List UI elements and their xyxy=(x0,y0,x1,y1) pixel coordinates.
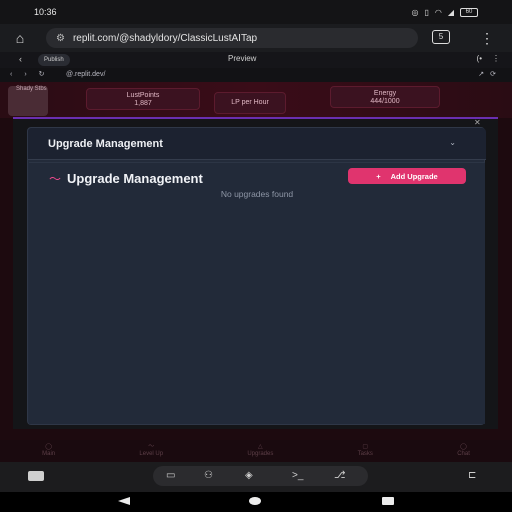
nav-item-tasks[interactable]: ▢ Tasks xyxy=(358,444,373,458)
trending-up-icon: 〜 xyxy=(49,172,62,186)
terminal-icon[interactable]: >_ xyxy=(292,470,303,481)
trending-up-icon: 〜 xyxy=(148,444,155,450)
tab-switcher-button[interactable]: 5 xyxy=(432,30,450,44)
publish-button[interactable]: Publish xyxy=(38,54,70,66)
split-view-icon[interactable]: ⊏ xyxy=(468,470,476,481)
nav-item-main[interactable]: ◯ Main xyxy=(42,444,55,458)
preview-url: @.replit.dev/ xyxy=(66,71,106,78)
files-icon[interactable]: ⚇ xyxy=(204,470,213,481)
upgrade-icon: △ xyxy=(258,444,263,450)
empty-state: No upgrades found xyxy=(220,189,294,199)
player-name: Shady Stbs xyxy=(16,86,47,92)
bottom-nav: ◯ Main 〜 Level Up △ Upgrades ▢ Tasks ◯ Chat xyxy=(0,440,512,462)
plus-icon: + xyxy=(376,171,381,181)
upgrade-panel: Upgrade Management ⌄ 〜 Upgrade Managemen… xyxy=(27,127,486,425)
signal-icon: ◢ xyxy=(447,7,454,17)
ide-toolbar: ▭ ⚇ ◈ >_ ⎇ ⊏ xyxy=(0,462,512,492)
recents-icon[interactable] xyxy=(382,497,394,505)
lustpoints-label: LustPoints xyxy=(126,92,160,99)
chevron-down-icon[interactable]: ⌄ xyxy=(449,138,456,147)
add-upgrade-label: Add Upgrade xyxy=(390,171,438,181)
more-vert-icon[interactable]: ⋮ xyxy=(480,30,494,47)
add-upgrade-button[interactable]: + Add Upgrade xyxy=(348,168,466,184)
more-vert-icon[interactable]: ⋮ xyxy=(492,54,500,63)
system-nav-bar xyxy=(0,492,512,512)
lustpoints-chip: LustPoints 1,887 xyxy=(86,88,200,110)
tasks-icon: ▢ xyxy=(362,444,369,450)
battery-icon: 60 xyxy=(460,7,478,17)
section-heading: 〜 Upgrade Management xyxy=(49,170,203,187)
agent-icon[interactable]: ◈ xyxy=(245,470,253,481)
status-time: 10:36 xyxy=(34,7,57,17)
vibrate-icon: ▯ xyxy=(424,7,429,17)
nav-item-upgrades[interactable]: △ Upgrades xyxy=(247,444,273,458)
status-bar: 10:36 ◎ ▯ ◠ ◢ 60 xyxy=(0,0,512,24)
alarm-icon: ◎ xyxy=(411,7,419,17)
accordion-header[interactable]: Upgrade Management ⌄ xyxy=(28,128,486,160)
preview-actions[interactable]: ↗⟳ xyxy=(478,70,502,78)
browser-toolbar: ⌂ ⚙ replit.com/@shadyldory/ClassicLustAI… xyxy=(0,24,512,52)
status-icons: ◎ ▯ ◠ ◢ 60 xyxy=(411,7,478,17)
preview-address-row: ‹›↻ @.replit.dev/ ↗⟳ xyxy=(0,68,512,82)
chat-icon: ◯ xyxy=(460,444,467,450)
home-icon[interactable] xyxy=(249,497,261,505)
energy-label: Energy xyxy=(373,90,397,97)
tune-icon[interactable]: ⚙ xyxy=(56,33,65,44)
devtools-icon[interactable]: (• xyxy=(477,54,482,63)
wifi-icon: ◠ xyxy=(434,7,442,17)
section-title: Upgrade Management xyxy=(67,171,203,186)
accordion-content: 〜 Upgrade Management + Add Upgrade No up… xyxy=(29,162,485,424)
close-icon[interactable]: ✕ xyxy=(474,118,481,127)
lustpoints-value: 1,887 xyxy=(134,100,152,107)
preview-icon[interactable]: ▭ xyxy=(166,470,175,481)
nav-item-level-up[interactable]: 〜 Level Up xyxy=(139,444,163,458)
keyboard-icon[interactable] xyxy=(28,471,44,481)
preview-title: Preview xyxy=(228,54,257,63)
accordion-title: Upgrade Management xyxy=(48,138,163,150)
energy-value: 444/1000 xyxy=(370,98,400,105)
replit-toolbar: ‹ Publish Preview (• ⋮ xyxy=(0,52,512,68)
home-icon[interactable]: ⌂ xyxy=(12,30,28,46)
energy-chip: Energy 444/1000 xyxy=(330,86,440,108)
game-hud: Shady Stbs LustPoints 1,887 LP per Hour … xyxy=(0,82,512,118)
git-icon[interactable]: ⎇ xyxy=(334,470,346,481)
back-icon[interactable] xyxy=(118,497,130,505)
url-text: replit.com/@shadyldory/ClassicLustAITap xyxy=(72,32,258,44)
nav-arrows[interactable]: ‹›↻ xyxy=(10,70,57,78)
lp-per-hour-chip: LP per Hour xyxy=(214,92,286,114)
url-bar[interactable]: ⚙ replit.com/@shadyldory/ClassicLustAITa… xyxy=(46,28,418,48)
home-icon: ◯ xyxy=(45,444,52,450)
lp-per-hour-label: LP per Hour xyxy=(231,99,269,106)
nav-item-chat[interactable]: ◯ Chat xyxy=(457,444,470,458)
back-icon[interactable]: ‹ xyxy=(19,54,22,64)
